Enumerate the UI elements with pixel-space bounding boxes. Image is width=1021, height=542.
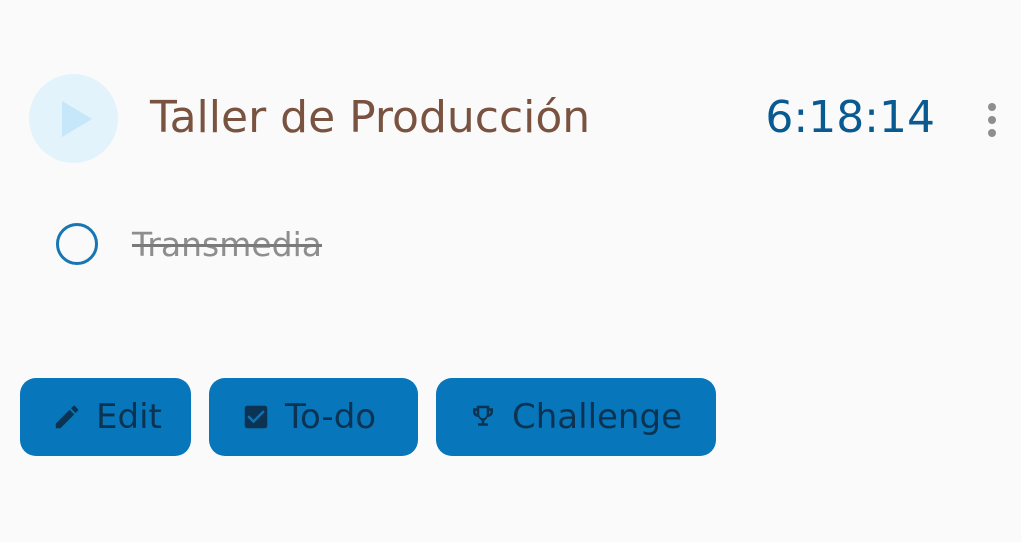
task-label: Transmedia (132, 224, 322, 264)
more-options-button[interactable] (976, 100, 1008, 140)
play-button[interactable] (29, 74, 118, 163)
todo-button[interactable]: To-do (209, 378, 418, 456)
more-vertical-icon (988, 103, 996, 111)
project-title: Taller de Producción (150, 92, 591, 143)
challenge-button[interactable]: Challenge (436, 378, 716, 456)
challenge-button-label: Challenge (512, 397, 682, 437)
play-icon (61, 100, 92, 137)
edit-button[interactable]: Edit (20, 378, 191, 456)
task-checkbox[interactable] (56, 223, 98, 265)
trophy-icon (468, 402, 498, 432)
timer-display: 6:18:14 (765, 92, 935, 143)
checkbox-checked-icon (241, 402, 271, 432)
edit-button-label: Edit (96, 397, 162, 437)
pencil-icon (52, 402, 82, 432)
todo-button-label: To-do (285, 397, 377, 437)
task-item: Transmedia (56, 219, 322, 269)
action-bar: Edit To-do Challenge (20, 378, 716, 456)
